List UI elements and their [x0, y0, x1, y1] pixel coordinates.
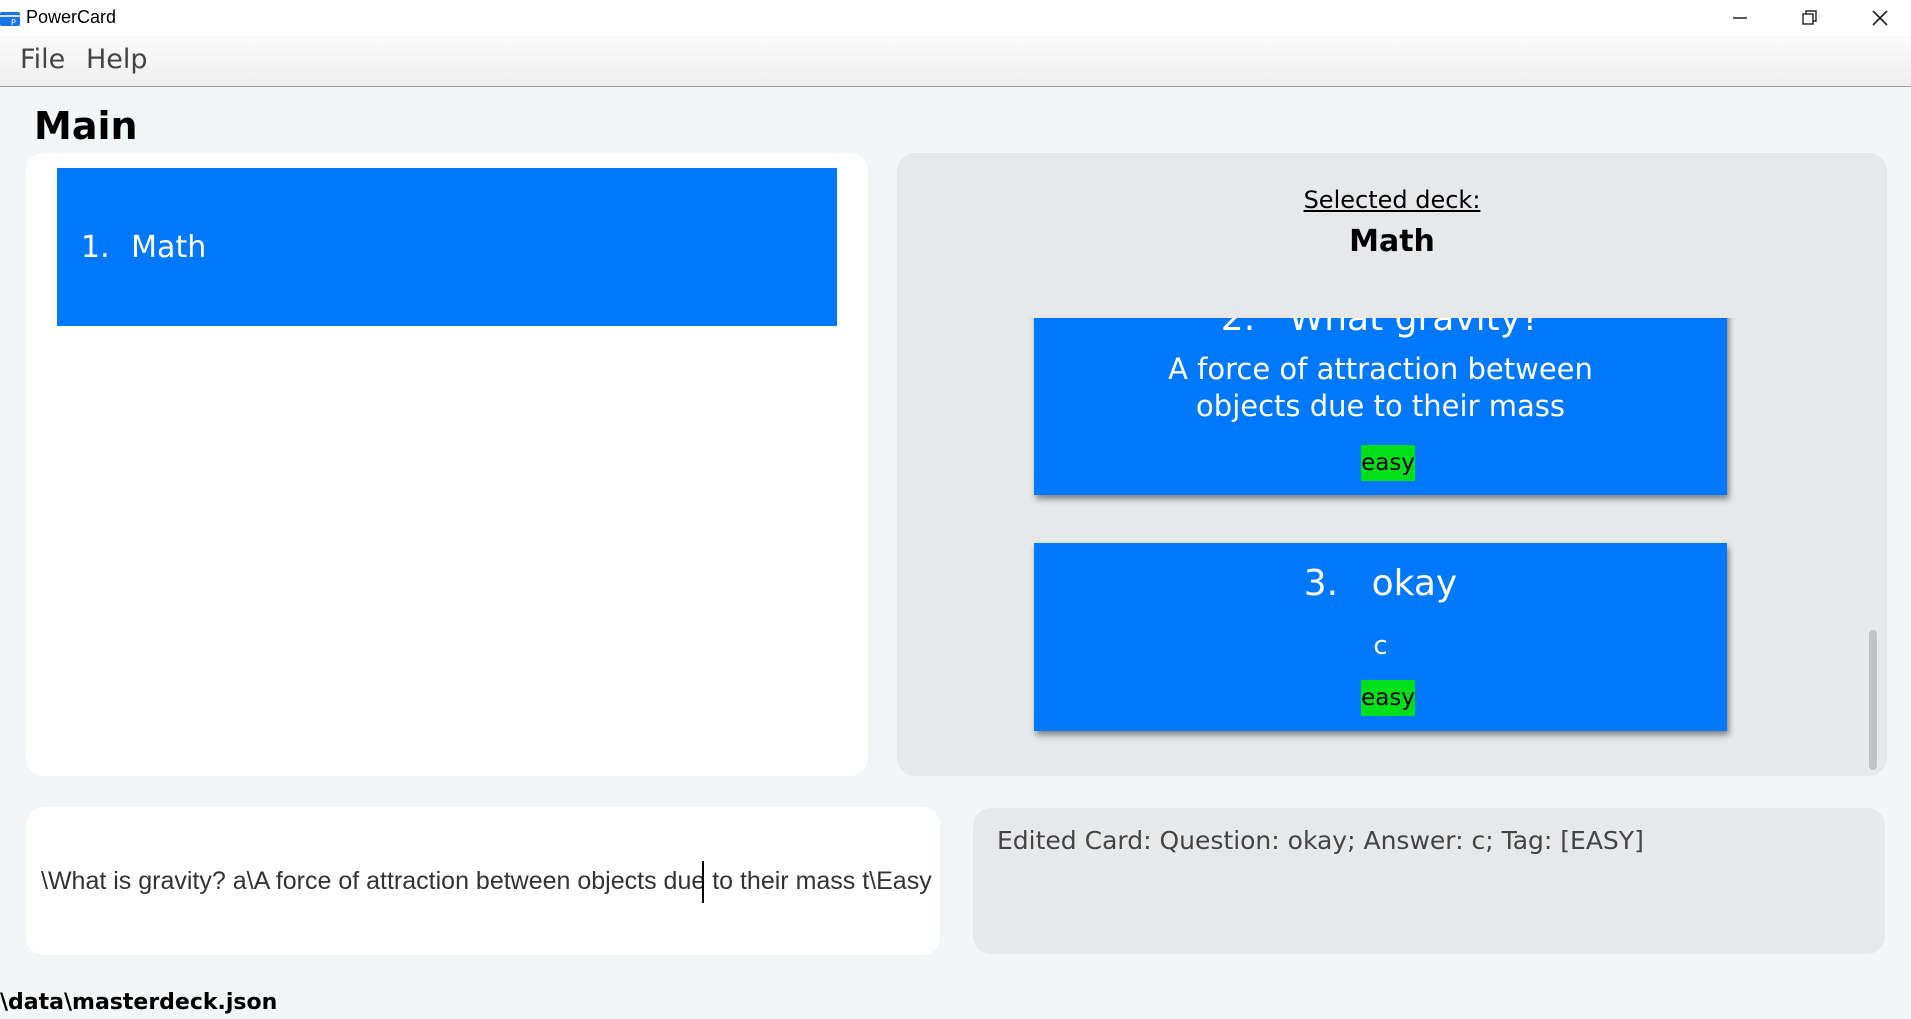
svg-text:P: P	[11, 18, 16, 27]
card-index: 3.	[1303, 563, 1339, 604]
card-index: 2.	[1220, 318, 1256, 339]
card-question: What gravity?	[1288, 318, 1541, 339]
deck-name: Math	[131, 230, 207, 265]
close-button[interactable]	[1845, 0, 1911, 36]
card-tag: easy	[1361, 680, 1415, 716]
close-icon	[1872, 10, 1888, 26]
card-answer-line2: objects due to their mass	[1196, 389, 1565, 423]
card-answer-line1: A force of attraction between	[1168, 352, 1593, 386]
deck-list-item[interactable]: 1. Math	[57, 168, 837, 326]
page-title: Main	[34, 104, 138, 148]
card-tag: easy	[1361, 445, 1415, 481]
selected-deck-label: Selected deck:	[1303, 186, 1481, 214]
app-icon: P	[0, 12, 20, 27]
menu-file[interactable]: File	[20, 44, 65, 75]
scrollbar-thumb[interactable]	[1869, 630, 1877, 770]
card-item[interactable]: 3. okay c easy	[1034, 543, 1727, 731]
minimize-button[interactable]	[1705, 0, 1775, 36]
result-text: Edited Card: Question: okay; Answer: c; …	[997, 826, 1644, 855]
result-display: Edited Card: Question: okay; Answer: c; …	[973, 808, 1885, 954]
selected-deck-panel: Selected deck: Math 2. What gravity? A f…	[897, 153, 1887, 776]
menu-bar: File Help	[0, 36, 1911, 87]
text-caret	[702, 861, 704, 903]
status-bar-path: \data\masterdeck.json	[0, 990, 278, 1015]
restore-icon	[1802, 10, 1817, 25]
deck-index: 1.	[81, 230, 110, 265]
card-item[interactable]: 2. What gravity? A force of attraction b…	[1034, 318, 1727, 495]
card-answer: c	[1373, 631, 1388, 661]
menu-help[interactable]: Help	[86, 44, 148, 75]
card-list[interactable]: 2. What gravity? A force of attraction b…	[897, 318, 1877, 776]
command-box	[26, 807, 940, 955]
title-bar: P PowerCard	[0, 0, 1911, 36]
window-title: PowerCard	[26, 7, 117, 27]
selected-deck-name: Math	[1349, 224, 1435, 259]
minimize-icon	[1733, 17, 1747, 19]
command-input[interactable]	[41, 867, 940, 896]
card-question: okay	[1371, 563, 1458, 604]
restore-button[interactable]	[1775, 0, 1845, 36]
